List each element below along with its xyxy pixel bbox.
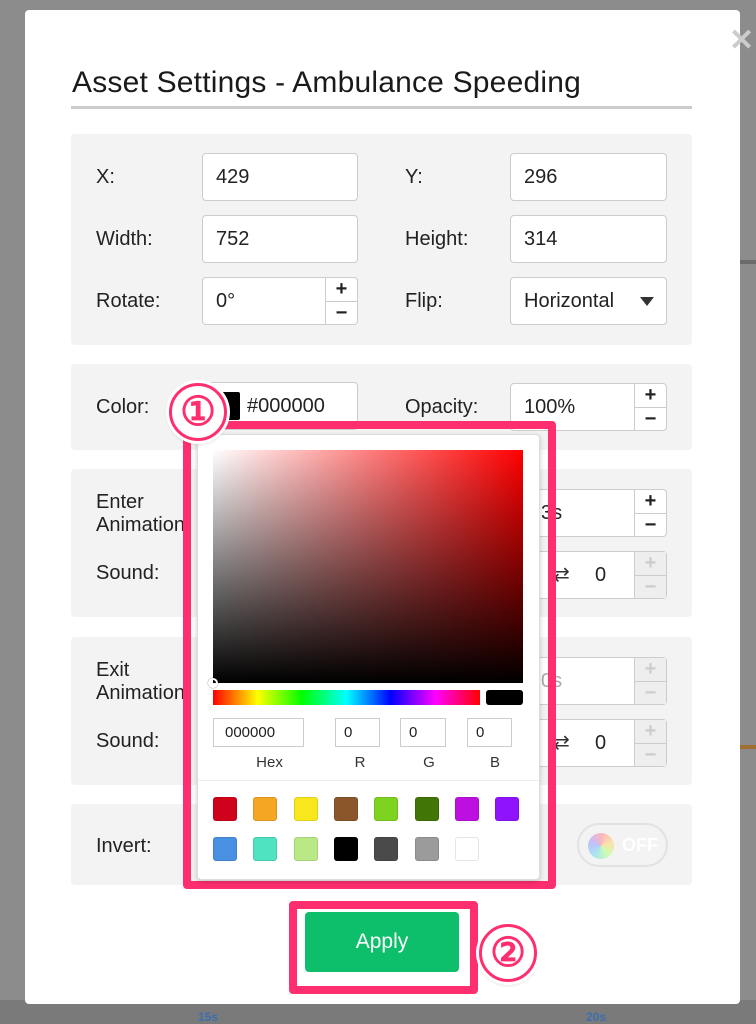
hex-input[interactable]: 000000 [213,718,304,747]
plus-button[interactable]: + [635,658,666,681]
y-input[interactable]: 296 [510,153,667,201]
g-input[interactable]: 0 [400,718,446,747]
minus-button[interactable]: − [326,301,357,324]
flip-value: Horizontal [524,290,615,312]
close-icon[interactable]: ✕ [729,26,754,56]
enter-label-2: Animation: [96,514,191,536]
minus-button[interactable]: − [635,513,666,536]
color-swatch-option[interactable] [374,837,399,861]
modal-title: Asset Settings - Ambulance Speeding [72,66,581,99]
y-label: Y: [405,166,423,188]
plus-button[interactable]: + [635,384,666,407]
color-swatch-option[interactable] [495,797,520,821]
picker-divider [198,780,539,781]
current-color-preview [486,690,523,705]
opacity-value: 100% [524,396,576,418]
exit-loop-value: 0 [595,732,607,754]
title-divider [71,106,692,109]
flip-label: Flip: [405,290,443,312]
minus-button[interactable]: − [635,407,666,430]
picker-handle[interactable] [208,678,218,688]
height-label: Height: [405,228,469,250]
exit-label-2: Animation: [96,682,191,704]
exit-sound-label: Sound: [96,730,160,752]
plus-button[interactable]: + [326,278,357,301]
color-swatch-option[interactable] [213,797,237,821]
color-swatch-option[interactable] [454,837,479,861]
color-label: Color: [96,396,150,418]
color-swatch-option[interactable] [414,797,439,821]
color-swatch-option[interactable] [213,837,237,861]
invert-toggle[interactable]: OFF [577,823,668,867]
background-canvas-line [740,745,756,749]
background-canvas-line [740,260,756,264]
color-swatch-option[interactable] [454,797,479,821]
color-wheel-icon [588,833,614,859]
x-label: X: [96,166,115,188]
r-label: R [354,754,366,771]
b-label: B [489,754,500,771]
exit-label: Exit [96,659,130,681]
color-swatch-option[interactable] [333,797,358,821]
color-swatch-option[interactable] [333,837,358,861]
r-input[interactable]: 0 [335,718,380,747]
plus-button[interactable]: + [635,490,666,513]
x-input[interactable]: 429 [202,153,358,201]
enter-loop-value: 0 [595,564,607,586]
width-input[interactable]: 752 [202,215,358,263]
color-swatch-option[interactable] [253,797,278,821]
rotate-value: 0° [216,290,236,312]
flip-select[interactable]: Horizontal [510,277,667,325]
height-input[interactable]: 314 [510,215,667,263]
toggle-state: OFF [622,835,658,855]
enter-sound-label: Sound: [96,562,160,584]
color-swatch-option[interactable] [293,837,318,861]
timeline-tick: 15s [198,1010,219,1024]
color-swatch-option[interactable] [374,797,399,821]
plus-button[interactable]: + [635,720,666,743]
minus-button[interactable]: − [635,575,666,598]
saturation-value-area[interactable] [213,450,523,683]
width-label: Width: [96,228,153,250]
g-label: G [423,754,435,771]
annotation-badge-1: ① [169,383,227,441]
annotation-badge-2: ② [479,924,537,982]
color-swatch-option[interactable] [293,797,318,821]
chevron-down-icon [640,297,654,306]
minus-button[interactable]: − [635,743,666,766]
color-value: #000000 [247,395,325,417]
minus-button[interactable]: − [635,681,666,704]
apply-button[interactable]: Apply [305,912,459,972]
color-swatch-option[interactable] [414,837,439,861]
hue-slider[interactable] [213,690,480,705]
rotate-label: Rotate: [96,290,161,312]
hex-label: Hex [256,754,283,771]
timeline-tick: 20s [586,1010,607,1024]
color-swatch-option[interactable] [253,837,278,861]
enter-label: Enter [96,491,144,513]
invert-label: Invert: [96,835,152,857]
rotate-stepper[interactable]: 0° + − [202,277,358,325]
opacity-label: Opacity: [405,396,479,418]
b-input[interactable]: 0 [467,718,512,747]
plus-button[interactable]: + [635,552,666,575]
